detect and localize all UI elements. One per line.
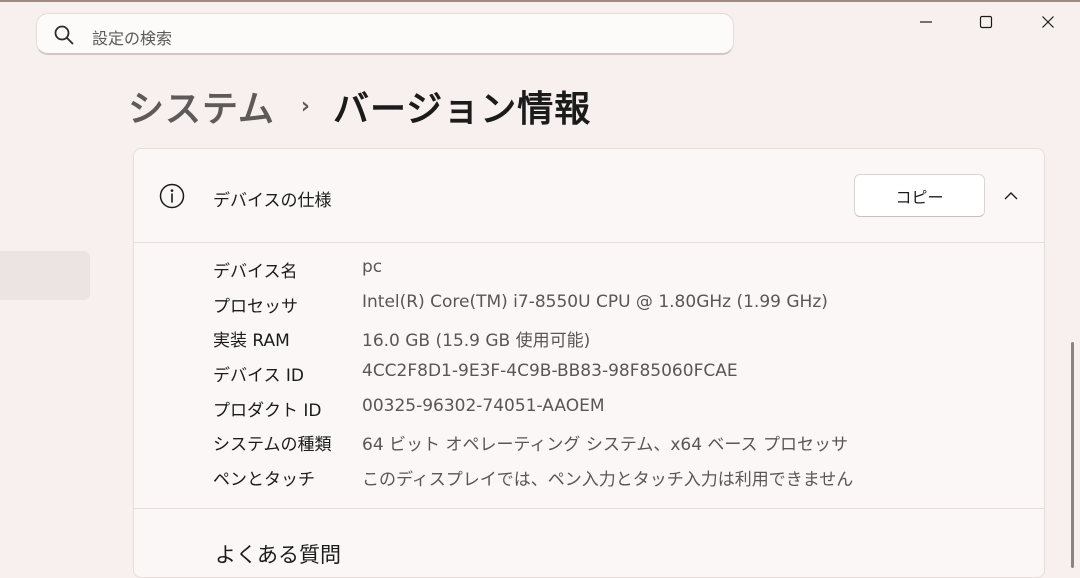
spec-value: 4CC2F8D1-9E3F-4C9B-BB83-98F85060FCAE — [362, 361, 738, 382]
spec-label: ペンとタッチ — [213, 470, 315, 491]
minimize-button[interactable] — [909, 6, 943, 38]
minimize-icon — [920, 21, 932, 23]
spec-label: プロセッサ — [213, 296, 298, 317]
device-specs-header[interactable]: デバイスの仕様 コピー — [134, 149, 1044, 243]
spec-row-device-name: デバイス名 pc — [213, 253, 1013, 288]
copy-button[interactable]: コピー — [854, 174, 985, 217]
spec-list: デバイス名 pc プロセッサ Intel(R) Core(TM) i7-8550… — [213, 253, 1013, 496]
scrollbar-thumb[interactable] — [1071, 342, 1074, 568]
spec-value: Intel(R) Core(TM) i7-8550U CPU @ 1.80GHz… — [362, 291, 828, 312]
spec-row-device-id: デバイス ID 4CC2F8D1-9E3F-4C9B-BB83-98F85060… — [213, 357, 1013, 392]
spec-label: デバイス名 — [213, 262, 298, 282]
spec-row-processor: プロセッサ Intel(R) Core(TM) i7-8550U CPU @ 1… — [213, 288, 1013, 323]
spec-row-product-id: プロダクト ID 00325-96302-74051-AAOEM — [213, 392, 1013, 427]
search-input[interactable]: 設定の検索 — [92, 25, 172, 49]
spec-value: 64 ビット オペレーティング システム、x64 ベース プロセッサ — [362, 435, 848, 456]
device-specs-heading: デバイスの仕様 — [213, 191, 332, 211]
maximize-icon — [979, 15, 993, 29]
spec-row-ram: 実装 RAM 16.0 GB (15.9 GB 使用可能) — [213, 322, 1013, 357]
breadcrumb: システム › バージョン情報 — [128, 80, 591, 132]
spec-label: 実装 RAM — [213, 331, 290, 352]
search-box[interactable]: 設定の検索 — [36, 13, 734, 55]
spec-row-pen-touch: ペンとタッチ このディスプレイでは、ペン入力とタッチ入力は利用できません — [213, 461, 1013, 496]
section-divider — [134, 508, 1044, 509]
maximize-button[interactable] — [969, 6, 1003, 38]
spec-row-system-type: システムの種類 64 ビット オペレーティング システム、x64 ベース プロセ… — [213, 426, 1013, 461]
spec-value: 00325-96302-74051-AAOEM — [362, 395, 605, 416]
page-title: バージョン情報 — [333, 89, 592, 130]
spec-value: pc — [362, 257, 383, 277]
spec-value: 16.0 GB (15.9 GB 使用可能) — [362, 331, 591, 352]
window-top-edge — [0, 0, 1080, 2]
close-button[interactable] — [1031, 6, 1065, 38]
spec-value: このディスプレイでは、ペン入力とタッチ入力は利用できません — [362, 470, 854, 491]
sidebar-selected-item[interactable] — [0, 251, 90, 300]
spec-label: システムの種類 — [213, 435, 332, 456]
breadcrumb-separator: › — [300, 93, 311, 119]
collapse-button[interactable] — [996, 181, 1026, 211]
close-icon — [1042, 16, 1054, 28]
breadcrumb-system-link[interactable]: システム — [128, 80, 275, 132]
spec-label: デバイス ID — [213, 366, 304, 387]
search-icon — [54, 25, 74, 45]
info-icon — [159, 183, 185, 209]
chevron-up-icon — [1004, 192, 1018, 200]
spec-label: プロダクト ID — [213, 400, 322, 421]
faq-heading: よくある質問 — [215, 543, 341, 567]
device-specs-card: デバイスの仕様 コピー デバイス名 pc プロセッサ Intel(R) Core… — [133, 148, 1045, 578]
